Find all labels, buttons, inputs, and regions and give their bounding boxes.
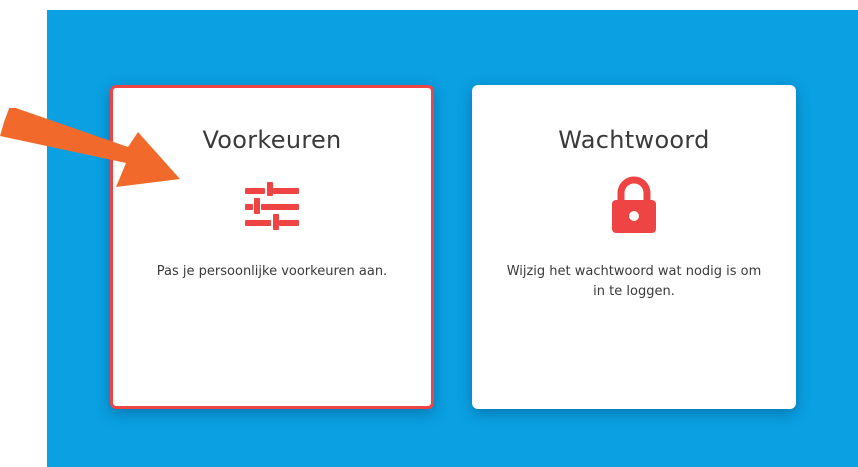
sliders-icon	[113, 182, 431, 232]
preferences-card-description: Pas je persoonlijke voorkeuren aan.	[156, 264, 388, 279]
lock-icon	[472, 176, 796, 234]
password-card[interactable]: Wachtwoord Wijzig het wachtwoord wat nod…	[472, 85, 796, 409]
password-card-title: Wachtwoord	[558, 126, 710, 154]
page: Voorkeuren Pas je persoonlijke voorkeure…	[0, 0, 858, 467]
arrow-icon	[0, 108, 180, 187]
password-card-description: Wijzig het wachtwoord wat nodig is om in…	[506, 264, 762, 299]
